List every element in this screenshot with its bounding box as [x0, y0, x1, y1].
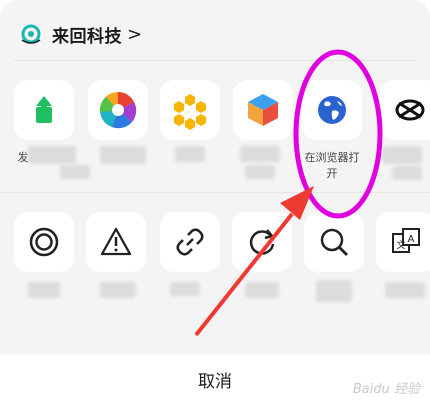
svg-text:文: 文 [396, 239, 405, 251]
app-title: 来回科技 [52, 26, 122, 47]
target-circle-icon [29, 227, 59, 257]
app-logo-icon [18, 21, 44, 47]
blurred-label [100, 146, 146, 164]
translate-icon: A 文 [392, 228, 420, 253]
cube-app-icon [248, 94, 278, 126]
search-icon [320, 228, 348, 256]
share-sheet: 来回科技 > 发 在浏览器打 开 A 文 [0, 0, 430, 355]
warning-triangle-icon [100, 227, 132, 256]
blurred-label [60, 165, 90, 179]
open-in-browser-label-line1: 在浏览器打 [304, 151, 360, 164]
app-header[interactable]: 来回科技 > [18, 20, 142, 48]
share-tile-photos[interactable] [88, 80, 148, 140]
blurred-label [175, 146, 205, 162]
action-tile-copy-link[interactable] [160, 212, 220, 272]
share-tile-honeycomb[interactable] [160, 80, 220, 140]
honeycomb-app-icon [174, 94, 206, 130]
svg-text:A: A [408, 234, 415, 245]
blurred-label [392, 166, 422, 180]
fish-chat-icon [395, 99, 425, 121]
open-in-browser-tile[interactable] [302, 80, 362, 140]
share-tile-cube[interactable] [233, 80, 293, 140]
action-tile-report[interactable] [86, 212, 146, 272]
blurred-label [170, 282, 200, 296]
blurred-label [28, 146, 76, 164]
action-tile-1[interactable] [14, 212, 74, 272]
header-divider [14, 60, 416, 61]
share-upload-icon [36, 96, 52, 123]
photo-aperture-icon [99, 92, 137, 129]
rows-divider [0, 192, 430, 193]
action-tile-translate[interactable]: A 文 [376, 212, 430, 272]
action-tile-refresh[interactable] [232, 212, 292, 272]
blurred-label [245, 165, 275, 179]
refresh-icon [249, 229, 275, 255]
blurred-label [382, 146, 422, 164]
blurred-label [316, 280, 352, 302]
blurred-label [240, 146, 280, 162]
chevron-right-icon: > [127, 23, 143, 45]
blurred-label [245, 282, 279, 298]
blurred-label [28, 282, 60, 298]
link-chain-icon [176, 228, 204, 256]
blurred-label [100, 282, 136, 298]
open-in-browser-label-line2: 开 [326, 167, 338, 180]
share-tile-fish[interactable] [380, 80, 430, 140]
globe-browser-icon [318, 96, 346, 124]
action-tile-search[interactable] [304, 212, 364, 272]
share-tile-upload[interactable] [14, 80, 74, 140]
blurred-label [385, 282, 425, 298]
watermark: Baidu 经验 [352, 382, 420, 397]
